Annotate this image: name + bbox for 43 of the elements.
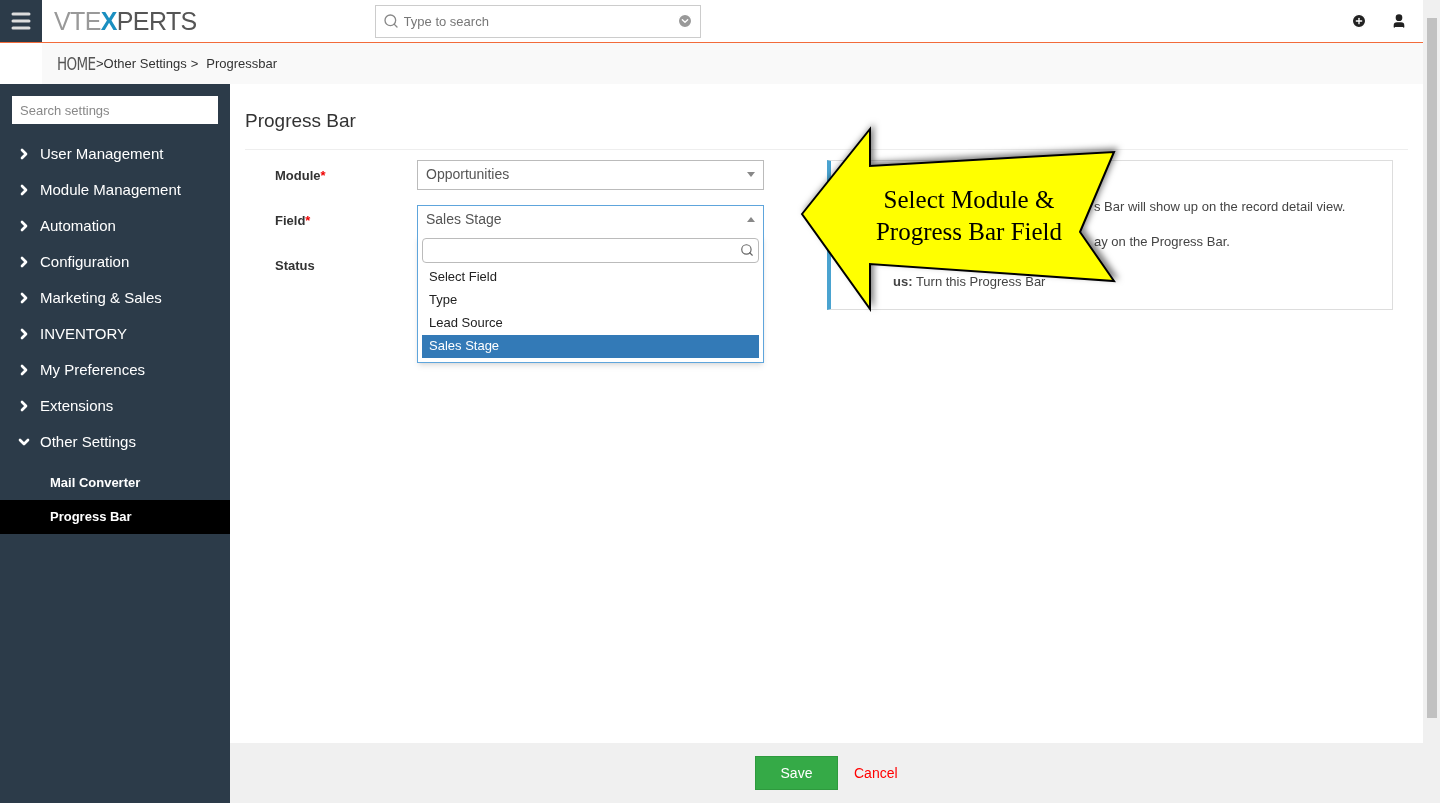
field-label: Module* — [275, 166, 327, 185]
dropdown-icon — [676, 12, 693, 29]
field-label: Field* — [275, 211, 312, 230]
menu-button[interactable] — [0, 0, 42, 42]
breadcrumb-home[interactable]: HOME — [57, 50, 96, 77]
sidebar-subitem[interactable]: Progress Bar — [0, 500, 230, 534]
sidebar-item[interactable]: Module Management — [0, 172, 230, 208]
callout-text: Select Module & Progress Bar Field — [874, 185, 1064, 247]
search-field[interactable]: Type to search — [374, 4, 701, 38]
breadcrumb-separator: > — [190, 54, 199, 73]
sidebar-item[interactable]: Configuration — [0, 244, 230, 280]
cancel-link[interactable]: Cancel — [854, 762, 898, 784]
caret-up-icon — [747, 217, 755, 222]
dropdown-option[interactable]: Type — [422, 288, 759, 312]
scrollbar[interactable] — [1423, 0, 1440, 803]
sidebar-item[interactable]: Marketing & Sales — [0, 280, 230, 316]
logo: VTEXPERTS — [54, 8, 197, 34]
sidebar-item[interactable]: Other Settings — [0, 424, 230, 460]
sidebar-item[interactable]: INVENTORY — [0, 316, 230, 352]
dropdown-option[interactable]: Lead Source — [422, 311, 759, 335]
dropdown-search-field[interactable] — [422, 237, 759, 263]
user-button[interactable] — [1391, 13, 1407, 29]
sidebar-item[interactable]: My Preferences — [0, 352, 230, 388]
select-field[interactable]: Opportunities — [417, 159, 764, 190]
field-label: Status — [275, 256, 316, 275]
add-icon — [1351, 13, 1367, 29]
sidebar-item[interactable]: User Management — [0, 136, 230, 172]
caret-down-icon — [747, 172, 755, 177]
breadcrumb-link[interactable]: Progressbar — [206, 53, 278, 74]
dropdown-option[interactable]: Select Field — [422, 265, 759, 289]
sidebar-subitem[interactable]: Mail Converter — [0, 466, 230, 500]
search-icon — [740, 243, 754, 257]
breadcrumb-link[interactable]: >Other Settings — [96, 53, 187, 74]
settings-search-field[interactable]: Search settings — [12, 96, 218, 124]
info-text: us: Turn this Progress Bar — [893, 272, 1046, 291]
info-text: ay on the Progress Bar. — [1094, 233, 1230, 251]
sidebar-item[interactable]: Automation — [0, 208, 230, 244]
add-button[interactable] — [1351, 13, 1367, 29]
dropdown-option[interactable]: Sales Stage — [422, 334, 759, 358]
search-icon — [382, 12, 399, 29]
sidebar-item[interactable]: Extensions — [0, 388, 230, 424]
user-icon — [1391, 13, 1407, 29]
info-text: s Bar will show up on the record detail view. — [1094, 197, 1346, 216]
